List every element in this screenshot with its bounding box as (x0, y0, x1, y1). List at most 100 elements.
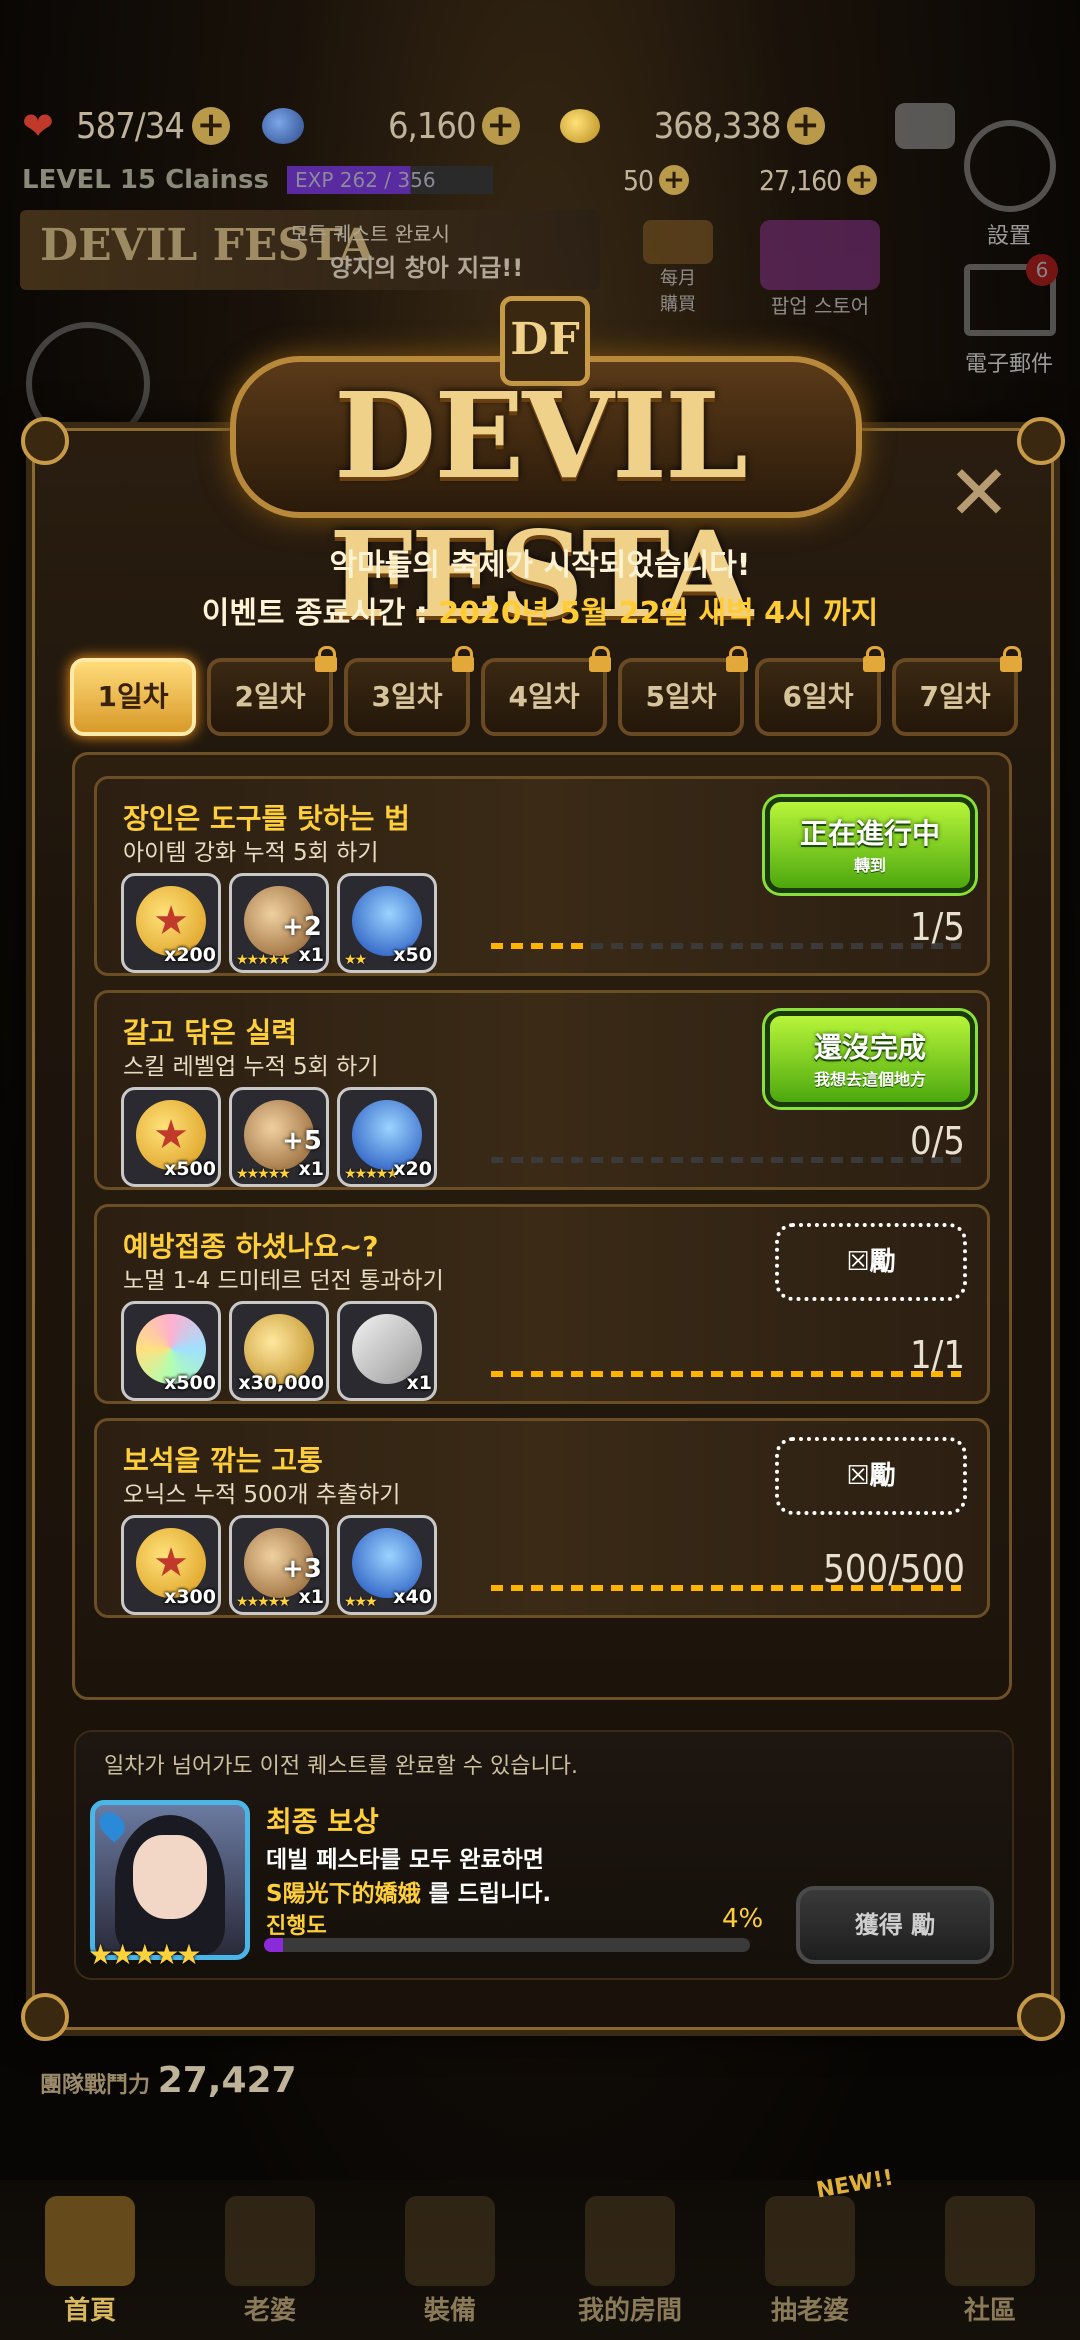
reward-item[interactable]: +2 ★★★★★ x1 (229, 873, 329, 973)
quest-title: 장인은 도구를 탓하는 법 (123, 802, 410, 835)
nav-gacha[interactable]: 抽老婆 NEW!! (720, 2165, 900, 2340)
add-stat1-button[interactable]: + (659, 165, 690, 195)
claim-reward-button[interactable]: ☒勵 (775, 1223, 967, 1301)
quest-desc: 스킬 레벨업 누적 5회 하기 (123, 1054, 379, 1080)
team-power-value: 27,427 (157, 2060, 297, 2101)
tab-day-1[interactable]: 1일차 (70, 658, 196, 736)
lock-icon (1000, 646, 1022, 672)
reward-items: x300 +3 ★★★★★ x1 ★★★ x40 (121, 1515, 437, 1615)
quest-progress-text: 500/500 (823, 1547, 965, 1591)
lock-icon (315, 646, 337, 672)
lock-icon (589, 646, 611, 672)
reward-item[interactable]: x30,000 (229, 1301, 329, 1401)
shield-icon (945, 2196, 1035, 2286)
enhance-level: +2 (282, 912, 322, 942)
add-gold-button[interactable]: + (786, 107, 825, 145)
nav-label: 老婆 (243, 2296, 296, 2326)
team-power: 團隊戰鬥力 27,427 (40, 2060, 297, 2101)
corner-ornament (1017, 417, 1065, 465)
event-end-time: 이벤트 종료시간 : 2020년 5월 22일 새벽 4시 까지 (0, 588, 1080, 632)
event-banner[interactable]: DEVIL FESTA 모든 퀘스트 완료시 양지의 창아 지급!! (20, 210, 600, 290)
quest-progress-text: 1/1 (909, 1333, 965, 1377)
wrench-icon (964, 120, 1056, 212)
reward-qty: x1 (298, 944, 324, 966)
nav-label: 抽老婆 (770, 2296, 849, 2326)
settings-button[interactable]: 設置 (964, 120, 1056, 250)
reward-item[interactable]: x1 (337, 1301, 437, 1401)
reward-item[interactable]: ★★ x50 (337, 873, 437, 973)
reward-items: x200 +2 ★★★★★ x1 ★★ x50 (121, 873, 437, 973)
nav-equipment[interactable]: 裝備 (360, 2180, 540, 2340)
mail-button[interactable]: 6 電子郵件 (964, 254, 1058, 378)
final-progress-fill (264, 1938, 284, 1952)
quest-desc: 노멀 1-4 드미테르 던전 통과하기 (123, 1268, 444, 1294)
stamina-value: 587/34 (76, 105, 185, 147)
nav-my-room[interactable]: 我的房間 (540, 2180, 720, 2340)
stat2-value: 27,160 (759, 163, 842, 197)
quest-card: 갈고 닦은 실력 스킬 레벨업 누적 5회 하기 x500 +5★★★★★x1 … (94, 990, 990, 1190)
reward-item[interactable]: +5 ★★★★★ x1 (229, 1087, 329, 1187)
sword-shield-icon (405, 2196, 495, 2286)
reward-qty: x40 (393, 1586, 432, 1608)
reward-item[interactable]: x500 (121, 1087, 221, 1187)
tab-day-6[interactable]: 6일차 (755, 646, 885, 736)
reward-item[interactable]: ★★★ x40 (337, 1515, 437, 1615)
reward-qty: x1 (298, 1158, 324, 1180)
reward-qty: x200 (164, 944, 216, 966)
reward-item[interactable]: x200 (121, 873, 221, 973)
tab-day-4[interactable]: 4일차 (481, 646, 611, 736)
reward-qty: x30,000 (238, 1372, 324, 1394)
rarity-stars: ★★★ (344, 1594, 378, 1610)
nav-label: 社區 (963, 2296, 1016, 2326)
add-gems-button[interactable]: + (481, 107, 520, 145)
quest-title: 예방접종 하셨나요~? (123, 1230, 379, 1263)
gem-icon (261, 108, 304, 144)
nav-community[interactable]: 社區 (900, 2180, 1080, 2340)
quest-progress-bar (491, 1157, 961, 1163)
final-reward-desc2: S陽光下的嬌娥 를 드립니다. (266, 1874, 551, 1908)
quest-go-button[interactable]: 正在進行中 轉到 (765, 797, 975, 893)
lock-icon (726, 646, 748, 672)
button-sublabel: 轉到 (853, 856, 886, 875)
quest-progress-bar (491, 943, 961, 949)
reward-item[interactable]: x500 (121, 1301, 221, 1401)
tab-day-7[interactable]: 7일차 (892, 646, 1022, 736)
end-time-label: 이벤트 종료시간 : (201, 596, 439, 631)
event-banner-line2: 양지의 창아 지급!! (330, 254, 524, 282)
reward-item[interactable]: x300 (121, 1515, 221, 1615)
water-element-icon (95, 1807, 130, 1843)
tab-day-2[interactable]: 2일차 (207, 646, 337, 736)
reward-qty: x300 (164, 1586, 216, 1608)
enhance-level: +3 (282, 1554, 322, 1584)
chat-icon[interactable] (894, 103, 955, 149)
tab-day-3[interactable]: 3일차 (344, 646, 474, 736)
tab-label: 4일차 (508, 680, 580, 713)
nav-label: 裝備 (423, 2296, 476, 2326)
reward-item[interactable]: ★★★★★ x20 (337, 1087, 437, 1187)
resource-bar: ❤ 587/34 + 6,160 + 368,338 + (22, 96, 955, 156)
reward-item[interactable]: +3 ★★★★★ x1 (229, 1515, 329, 1615)
level-bar: LEVEL 15 Clainss EXP 262 / 356 50 + 27,1… (22, 150, 878, 210)
quest-progress-fill (491, 943, 585, 949)
claim-reward-button[interactable]: ☒勵 (775, 1437, 967, 1515)
mail-label: 電子郵件 (964, 352, 1053, 377)
final-reward-desc: 데빌 페스타를 모두 완료하면 (266, 1847, 544, 1873)
close-button[interactable]: ✕ (944, 455, 1014, 532)
reward-qty: x500 (164, 1372, 216, 1394)
nav-label: 首頁 (63, 2296, 116, 2326)
character-portrait[interactable] (90, 1800, 250, 1960)
button-label: 還沒完成 (813, 1031, 926, 1064)
nav-home[interactable]: 首頁 (0, 2180, 180, 2340)
add-stamina-button[interactable]: + (191, 107, 230, 145)
tab-day-5[interactable]: 5일차 (618, 646, 748, 736)
crown-wreath-icon (585, 2196, 675, 2286)
nav-wives[interactable]: 老婆 (180, 2180, 360, 2340)
quest-progress-fill (491, 1371, 961, 1377)
corner-ornament (21, 417, 69, 465)
add-stat2-button[interactable]: + (847, 165, 878, 195)
final-reward-title: 최종 보상 (266, 1805, 379, 1838)
portrait-face (133, 1835, 207, 1919)
claim-final-reward-button[interactable]: 獲得 勵 (796, 1886, 994, 1964)
quest-go-button[interactable]: 還沒完成 我想去這個地方 (765, 1011, 975, 1107)
quest-title: 보석을 깎는 고통 (123, 1444, 323, 1477)
